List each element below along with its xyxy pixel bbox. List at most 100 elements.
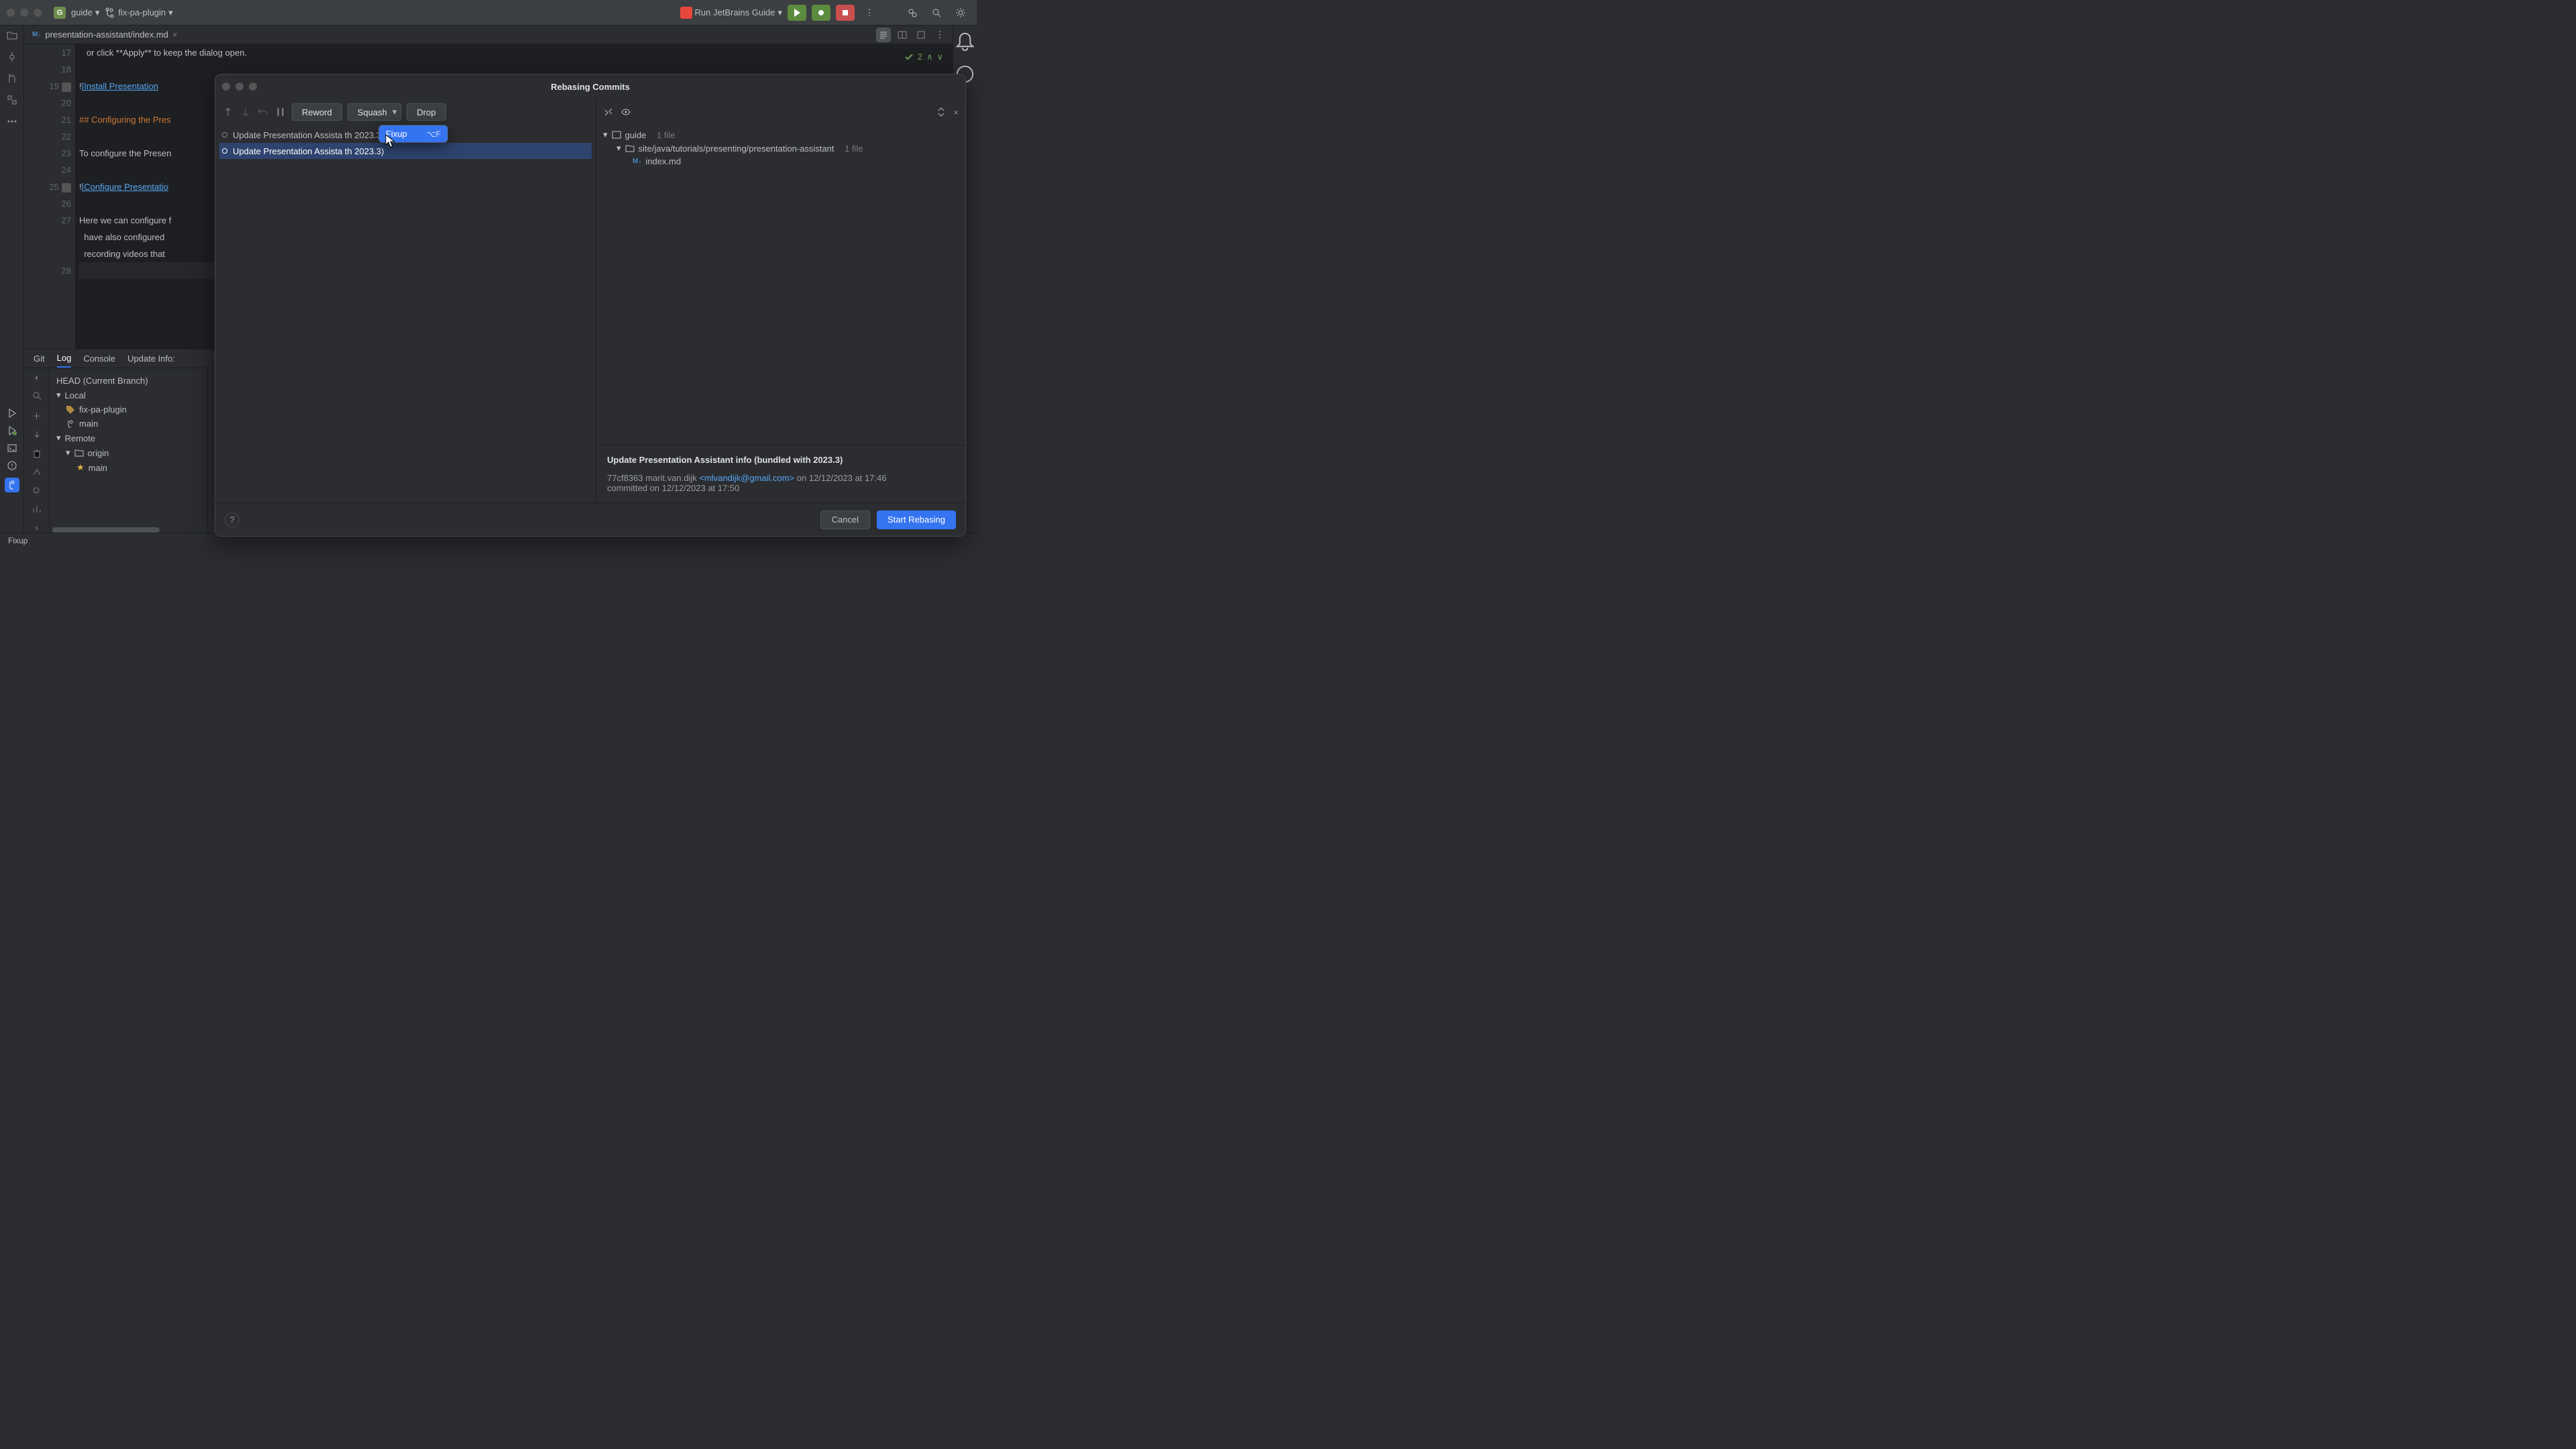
close-pane-icon[interactable]: × (953, 107, 959, 117)
tree-folder[interactable]: ▾site/java/tutorials/presenting/presenta… (603, 142, 959, 155)
chevron-down-icon[interactable]: ▾ (392, 107, 397, 117)
git-branch-selector[interactable]: fix-pa-plugin▾ (105, 7, 172, 18)
cancel-button[interactable]: Cancel (820, 511, 870, 529)
zoom-dot[interactable] (34, 9, 42, 17)
move-up-icon[interactable] (222, 106, 234, 118)
inspection-widget[interactable]: 2 ∧ ∨ (904, 48, 943, 65)
bottom-left-stripe (0, 368, 24, 492)
collapse-icon[interactable]: ‹ (35, 372, 38, 382)
move-down-icon[interactable] (239, 106, 252, 118)
expand-icon[interactable]: › (35, 523, 38, 533)
search-icon[interactable] (32, 390, 42, 401)
drop-button[interactable]: Drop (407, 103, 445, 121)
branch-row[interactable]: fix-pa-plugin (54, 402, 203, 417)
markdown-link[interactable]: [Install Presentation (82, 81, 158, 91)
star-icon: ★ (76, 462, 85, 473)
chevron-up-icon[interactable]: ∧ (926, 48, 933, 65)
git-branches-panel[interactable]: HEAD (Current Branch) ▾Local fix-pa-plug… (50, 368, 208, 533)
folder-icon (625, 144, 635, 153)
compare-icon[interactable] (32, 467, 42, 478)
problems-icon[interactable] (7, 460, 17, 471)
commit-authored-date: on 12/12/2023 at 17:46 (797, 473, 887, 483)
branch-row[interactable]: main (54, 417, 203, 431)
module-icon (612, 130, 621, 140)
close-dot[interactable] (7, 9, 15, 17)
horizontal-scrollbar[interactable] (52, 527, 160, 533)
branch-row[interactable]: ★main (54, 460, 203, 475)
vcs-icon (7, 480, 17, 490)
status-action: Fixup (8, 536, 28, 545)
tab-log[interactable]: Log (57, 350, 72, 368)
git-tool-active[interactable] (5, 478, 19, 492)
find-icon[interactable] (32, 486, 42, 496)
debug-button[interactable] (812, 5, 830, 21)
preview-only-view[interactable] (914, 28, 928, 42)
local-group[interactable]: ▾Local (54, 388, 203, 402)
tab-git[interactable]: Git (34, 350, 45, 368)
debug-tool-icon[interactable] (7, 425, 17, 436)
commit-email[interactable]: <mlvandijk@gmail.com> (699, 473, 794, 483)
origin-group[interactable]: ▾origin (54, 445, 203, 460)
tree-root[interactable]: ▾guide 1 file (603, 128, 959, 142)
stats-icon[interactable] (32, 504, 42, 515)
project-selector[interactable]: guide▾ (71, 7, 99, 18)
commits-list[interactable]: Update Presentation Assista th 2023.3) U… (215, 125, 596, 502)
tree-file[interactable]: M↓index.md (603, 155, 959, 168)
branch-name: fix-pa-plugin (118, 7, 166, 17)
window-controls[interactable] (7, 9, 42, 17)
search-everywhere-icon[interactable] (927, 5, 946, 21)
notifications-icon[interactable] (953, 30, 977, 53)
start-rebasing-button[interactable]: Start Rebasing (877, 511, 956, 529)
bug-icon (816, 7, 826, 18)
gutter-image-icon[interactable] (62, 83, 71, 92)
commit-row[interactable]: Update Presentation Assista th 2023.3) (219, 143, 592, 159)
run-config-selector[interactable]: Run JetBrains Guide▾ (680, 7, 782, 19)
editor-tab[interactable]: M↓ presentation-assistant/index.md × (27, 25, 182, 44)
git-side-toolbar: ‹ ＋ › (24, 368, 50, 533)
changed-files-tree[interactable]: ▾guide 1 file ▾site/java/tutorials/prese… (596, 125, 965, 170)
delete-icon[interactable] (32, 448, 42, 459)
undo-icon[interactable] (257, 106, 269, 118)
stop-button[interactable] (836, 5, 855, 21)
commit-tool-icon[interactable] (6, 51, 18, 63)
editor-preview-split[interactable] (895, 28, 910, 42)
dialog-title: Rebasing Commits (551, 82, 630, 92)
pull-requests-icon[interactable] (6, 72, 18, 85)
terminal-icon[interactable] (7, 443, 17, 453)
reword-button[interactable]: Reword (292, 103, 342, 121)
dialog-window-controls[interactable] (222, 83, 257, 91)
fetch-icon[interactable] (32, 430, 42, 441)
chevron-down-icon: ▾ (66, 447, 70, 458)
minimize-dot[interactable] (20, 9, 28, 17)
tab-more-icon[interactable]: ⋮ (932, 28, 947, 42)
preview-icon[interactable] (621, 107, 631, 117)
tab-console[interactable]: Console (83, 350, 115, 368)
chevron-down-icon: ▾ (616, 143, 621, 154)
folder-icon (74, 448, 84, 458)
structure-icon[interactable] (6, 94, 18, 106)
tab-update-info[interactable]: Update Info: (127, 350, 175, 368)
chevron-down-icon[interactable]: ∨ (936, 48, 943, 65)
chevron-down-icon: ▾ (168, 7, 173, 18)
help-icon[interactable]: ? (225, 513, 239, 527)
code-with-me-icon[interactable] (903, 5, 922, 21)
markdown-link[interactable]: [Configure Presentatio (82, 182, 168, 192)
head-row[interactable]: HEAD (Current Branch) (54, 374, 203, 388)
more-tools-icon[interactable] (6, 115, 18, 127)
run-button[interactable] (788, 5, 806, 21)
dialog-titlebar: Rebasing Commits (215, 74, 965, 99)
expand-all-icon[interactable] (936, 107, 947, 117)
gutter-image-icon[interactable] (62, 183, 71, 193)
add-icon[interactable]: ＋ (32, 409, 41, 422)
pause-icon[interactable] (274, 106, 286, 118)
run-tool-icon[interactable] (7, 408, 17, 419)
tab-filename: presentation-assistant/index.md (45, 30, 168, 40)
project-tool-icon[interactable] (6, 30, 18, 42)
diff-icon[interactable] (603, 107, 614, 117)
remote-group[interactable]: ▾Remote (54, 431, 203, 445)
editor-only-view[interactable] (876, 28, 891, 42)
close-tab-icon[interactable]: × (172, 30, 178, 40)
settings-icon[interactable] (951, 5, 970, 21)
more-actions[interactable]: ⋮ (860, 5, 879, 21)
squash-button[interactable]: Squash▾ (347, 103, 402, 121)
